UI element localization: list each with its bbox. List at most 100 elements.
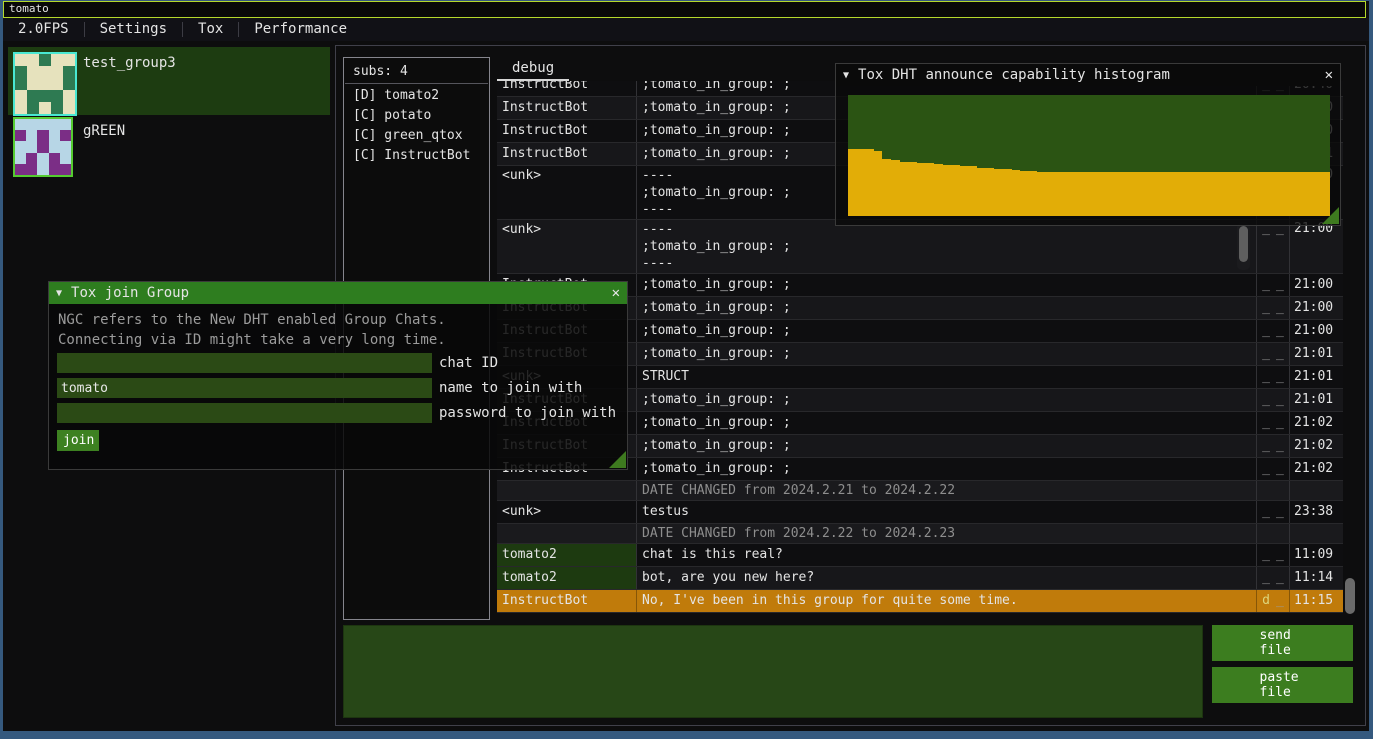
- join-name-input[interactable]: [57, 378, 432, 398]
- histogram-bar: [1089, 172, 1098, 216]
- time-cell: 11:15: [1290, 590, 1342, 612]
- chat-row[interactable]: <unk>testus__23:38: [497, 501, 1343, 524]
- member-item[interactable]: [C] InstructBot: [344, 144, 489, 164]
- status-mark: _: [1262, 547, 1270, 562]
- status-mark: _: [1262, 438, 1270, 453]
- sidebar-group-test_group3[interactable]: test_group3: [8, 47, 330, 115]
- status-mark: _: [1276, 504, 1284, 519]
- histogram-bar: [908, 162, 917, 216]
- histogram-bar: [1072, 172, 1081, 216]
- resize-grip[interactable]: [1322, 207, 1339, 224]
- tab-debug[interactable]: debug: [497, 58, 569, 81]
- chat-scrollbar[interactable]: [1345, 578, 1355, 614]
- avatar-pixel: [60, 153, 71, 164]
- status-mark: _: [1276, 323, 1284, 338]
- status-mark: _: [1262, 369, 1270, 384]
- histogram-window-body: [836, 86, 1340, 225]
- send-file-label: send file: [1260, 628, 1306, 658]
- menu-item-settings[interactable]: Settings: [85, 20, 182, 40]
- message-input[interactable]: [343, 625, 1203, 718]
- members-list: [D] tomato2[C] potato[C] green_qtox[C] I…: [344, 84, 489, 164]
- avatar-pixel: [26, 130, 37, 141]
- histogram-bar: [1287, 172, 1296, 216]
- histogram-bar: [1124, 172, 1133, 216]
- status-mark: _: [1262, 300, 1270, 315]
- member-item[interactable]: [C] green_qtox: [344, 124, 489, 144]
- join-password-label: password to join with: [439, 403, 616, 423]
- time-cell: 21:02: [1290, 458, 1342, 480]
- time-cell: 21:00: [1290, 297, 1342, 319]
- histogram-window-titlebar[interactable]: ▼ Tox DHT announce capability histogram …: [836, 64, 1340, 86]
- histogram-bar: [1210, 172, 1219, 216]
- menu-item-performance[interactable]: Performance: [239, 20, 362, 40]
- avatar-pixel: [27, 78, 39, 90]
- message-cell: chat is this real?: [637, 544, 1257, 566]
- message-cell: ---- ;tomato_in_group: ; ----: [637, 220, 1257, 273]
- chat-row[interactable]: <unk>---- ;tomato_in_group: ; ----__21:0…: [497, 220, 1343, 274]
- close-icon[interactable]: ✕: [1325, 67, 1333, 83]
- avatar-pixel: [49, 153, 60, 164]
- status-cell: d_: [1257, 590, 1290, 612]
- menu-item-tox[interactable]: Tox: [183, 20, 238, 40]
- avatar-pixel: [15, 90, 27, 102]
- group-avatar: [13, 52, 77, 116]
- app-window: tomato 2.0FPSSettingsToxPerformance test…: [0, 0, 1373, 739]
- avatar-pixel: [63, 54, 75, 66]
- members-count: subs: 4: [344, 58, 489, 83]
- name-cell: <unk>: [497, 501, 637, 523]
- chat-row-date: DATE CHANGED from 2024.2.22 to 2024.2.23: [497, 524, 1343, 544]
- chat-row[interactable]: tomato2bot, are you new here?__11:14: [497, 567, 1343, 590]
- collapse-icon[interactable]: ▼: [843, 70, 849, 81]
- status-mark: _: [1262, 461, 1270, 476]
- message-cell: ;tomato_in_group: ;: [637, 389, 1257, 411]
- status-cell: [1257, 524, 1290, 543]
- message-cell: ;tomato_in_group: ;: [637, 343, 1257, 365]
- collapse-icon[interactable]: ▼: [56, 288, 62, 299]
- avatar-pixel: [15, 130, 26, 141]
- avatar-pixel: [39, 90, 51, 102]
- chat-row-highlight[interactable]: InstructBotNo, I've been in this group f…: [497, 590, 1343, 613]
- status-mark: d: [1262, 593, 1270, 608]
- join-window-title: Tox join Group: [71, 285, 189, 301]
- join-description-line1: NGC refers to the New DHT enabled Group …: [58, 312, 446, 328]
- histogram-bar: [960, 166, 969, 216]
- name-cell: [497, 481, 637, 500]
- histogram-bar: [865, 149, 874, 216]
- group-avatar: [13, 117, 73, 177]
- status-mark: _: [1276, 438, 1284, 453]
- avatar-pixel: [60, 164, 71, 175]
- avatar-pixel: [15, 66, 27, 78]
- join-button[interactable]: join: [57, 430, 99, 451]
- close-icon[interactable]: ✕: [612, 285, 620, 301]
- avatar-pixel: [51, 54, 63, 66]
- chat-id-input[interactable]: [57, 353, 432, 373]
- member-item[interactable]: [D] tomato2: [344, 84, 489, 104]
- avatar-pixel: [49, 141, 60, 152]
- os-titlebar: tomato: [3, 1, 1366, 18]
- status-cell: __: [1257, 220, 1290, 273]
- avatar-pixel: [27, 90, 39, 102]
- resize-grip[interactable]: [609, 451, 626, 468]
- avatar-pixel: [26, 119, 37, 130]
- histogram-bar: [969, 166, 978, 216]
- join-group-window: ▼ Tox join Group ✕ NGC refers to the New…: [48, 281, 628, 470]
- sidebar-group-gREEN[interactable]: gREEN: [8, 115, 330, 173]
- chat-row[interactable]: tomato2chat is this real?__11:09: [497, 544, 1343, 567]
- status-cell: __: [1257, 366, 1290, 388]
- time-cell: 21:02: [1290, 435, 1342, 457]
- time-cell: [1290, 524, 1342, 543]
- avatar-pixel: [15, 102, 27, 114]
- join-name-label: name to join with: [439, 378, 582, 398]
- avatar-pixel: [26, 164, 37, 175]
- message-cell: No, I've been in this group for quite so…: [637, 590, 1257, 612]
- status-mark: _: [1262, 323, 1270, 338]
- message-scrollbar[interactable]: [1239, 226, 1248, 262]
- paste-file-button[interactable]: paste file: [1212, 667, 1353, 703]
- send-file-button[interactable]: send file: [1212, 625, 1353, 661]
- avatar-pixel: [39, 54, 51, 66]
- histogram-bar: [900, 162, 909, 216]
- join-window-titlebar[interactable]: ▼ Tox join Group ✕: [49, 282, 627, 304]
- member-item[interactable]: [C] potato: [344, 104, 489, 124]
- join-password-input[interactable]: [57, 403, 432, 423]
- avatar-pixel: [15, 54, 27, 66]
